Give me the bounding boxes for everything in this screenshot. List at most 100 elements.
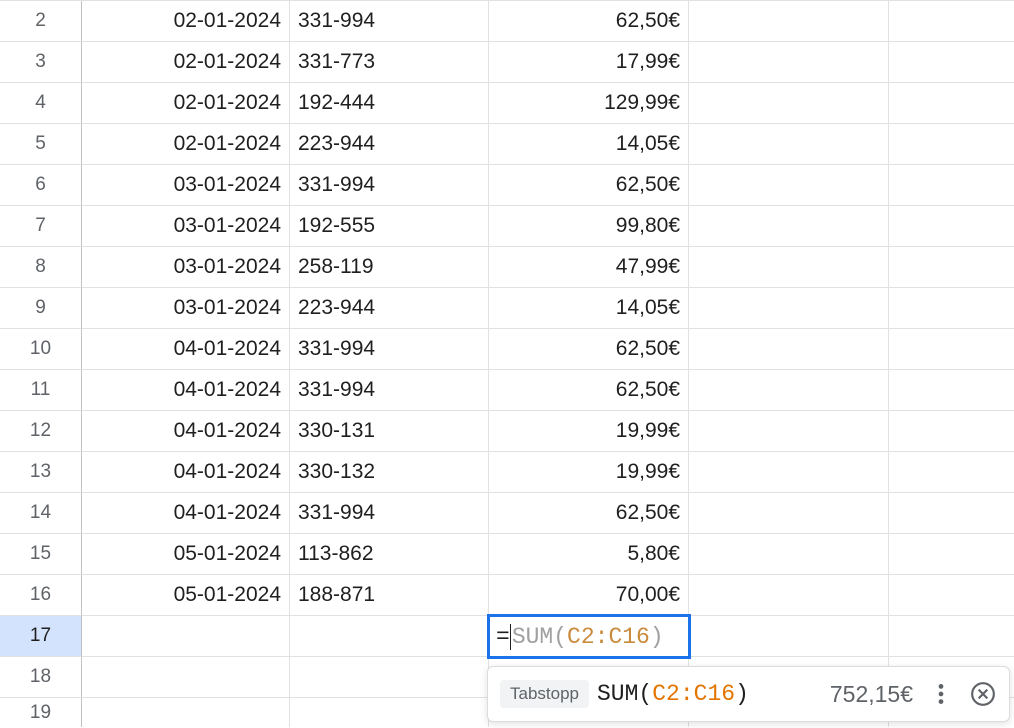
empty-cell[interactable]	[82, 698, 290, 727]
row-header[interactable]: 15	[0, 534, 82, 575]
row-header[interactable]: 9	[0, 288, 82, 329]
empty-cell[interactable]	[689, 124, 889, 165]
code-cell[interactable]: 188-871	[290, 575, 489, 616]
date-cell[interactable]: 04-01-2024	[82, 329, 290, 370]
row-header[interactable]: 19	[0, 698, 82, 727]
date-cell[interactable]: 03-01-2024	[82, 165, 290, 206]
empty-cell[interactable]	[290, 698, 489, 727]
amount-cell[interactable]: 14,05€	[489, 288, 689, 329]
date-cell[interactable]: 04-01-2024	[82, 370, 290, 411]
empty-cell[interactable]	[889, 411, 1014, 452]
empty-cell[interactable]	[689, 493, 889, 534]
date-cell[interactable]: 02-01-2024	[82, 124, 290, 165]
dismiss-suggestion-icon[interactable]	[969, 680, 997, 708]
row-header-active[interactable]: 17	[0, 616, 82, 657]
date-cell[interactable]: 05-01-2024	[82, 534, 290, 575]
suggestion-formula[interactable]: SUM(C2:C16)	[597, 681, 749, 707]
date-cell[interactable]: 02-01-2024	[82, 1, 290, 42]
spreadsheet-grid[interactable]: 202-01-2024331-99462,50€302-01-2024331-7…	[0, 0, 1014, 727]
row-header[interactable]: 14	[0, 493, 82, 534]
code-cell[interactable]: 113-862	[290, 534, 489, 575]
empty-cell[interactable]	[889, 329, 1014, 370]
code-cell[interactable]: 331-994	[290, 1, 489, 42]
row-header[interactable]: 11	[0, 370, 82, 411]
empty-cell[interactable]	[889, 1, 1014, 42]
date-cell[interactable]	[82, 616, 290, 657]
row-header[interactable]: 3	[0, 42, 82, 83]
empty-cell[interactable]	[889, 534, 1014, 575]
date-cell[interactable]: 02-01-2024	[82, 42, 290, 83]
empty-cell[interactable]	[689, 83, 889, 124]
amount-cell[interactable]: 17,99€	[489, 42, 689, 83]
empty-cell[interactable]	[889, 247, 1014, 288]
code-cell[interactable]	[290, 616, 489, 657]
row-header[interactable]: 7	[0, 206, 82, 247]
empty-cell[interactable]	[889, 616, 1014, 657]
empty-cell[interactable]	[689, 288, 889, 329]
code-cell[interactable]: 331-994	[290, 165, 489, 206]
date-cell[interactable]: 03-01-2024	[82, 288, 290, 329]
empty-cell[interactable]	[689, 411, 889, 452]
amount-cell[interactable]: 5,80€	[489, 534, 689, 575]
row-header[interactable]: 12	[0, 411, 82, 452]
code-cell[interactable]: 331-773	[290, 42, 489, 83]
row-header[interactable]: 16	[0, 575, 82, 616]
empty-cell[interactable]	[290, 657, 489, 698]
empty-cell[interactable]	[889, 206, 1014, 247]
code-cell[interactable]: 258-119	[290, 247, 489, 288]
tabstopp-chip[interactable]: Tabstopp	[500, 680, 589, 708]
row-header[interactable]: 13	[0, 452, 82, 493]
code-cell[interactable]: 330-132	[290, 452, 489, 493]
active-formula-cell[interactable]: =SUM(C2:C16)	[489, 616, 689, 657]
row-header[interactable]: 2	[0, 1, 82, 42]
empty-cell[interactable]	[889, 83, 1014, 124]
code-cell[interactable]: 192-555	[290, 206, 489, 247]
code-cell[interactable]: 223-944	[290, 124, 489, 165]
empty-cell[interactable]	[689, 165, 889, 206]
empty-cell[interactable]	[689, 1, 889, 42]
empty-cell[interactable]	[889, 370, 1014, 411]
empty-cell[interactable]	[689, 329, 889, 370]
amount-cell[interactable]: 129,99€	[489, 83, 689, 124]
empty-cell[interactable]	[889, 124, 1014, 165]
empty-cell[interactable]	[689, 575, 889, 616]
empty-cell[interactable]	[889, 42, 1014, 83]
date-cell[interactable]: 03-01-2024	[82, 247, 290, 288]
date-cell[interactable]: 03-01-2024	[82, 206, 290, 247]
code-cell[interactable]: 223-944	[290, 288, 489, 329]
empty-cell[interactable]	[689, 370, 889, 411]
more-options-icon[interactable]	[927, 680, 955, 708]
amount-cell[interactable]: 62,50€	[489, 1, 689, 42]
date-cell[interactable]: 02-01-2024	[82, 83, 290, 124]
row-header[interactable]: 18	[0, 657, 82, 698]
row-header[interactable]: 6	[0, 165, 82, 206]
row-header[interactable]: 5	[0, 124, 82, 165]
amount-cell[interactable]: 70,00€	[489, 575, 689, 616]
empty-cell[interactable]	[889, 452, 1014, 493]
row-header[interactable]: 8	[0, 247, 82, 288]
empty-cell[interactable]	[689, 616, 889, 657]
empty-cell[interactable]	[689, 206, 889, 247]
amount-cell[interactable]: 14,05€	[489, 124, 689, 165]
empty-cell[interactable]	[689, 247, 889, 288]
code-cell[interactable]: 331-994	[290, 329, 489, 370]
code-cell[interactable]: 331-994	[290, 493, 489, 534]
empty-cell[interactable]	[689, 42, 889, 83]
amount-cell[interactable]: 62,50€	[489, 165, 689, 206]
empty-cell[interactable]	[889, 288, 1014, 329]
empty-cell[interactable]	[689, 534, 889, 575]
empty-cell[interactable]	[82, 657, 290, 698]
row-header[interactable]: 10	[0, 329, 82, 370]
date-cell[interactable]: 04-01-2024	[82, 411, 290, 452]
code-cell[interactable]: 192-444	[290, 83, 489, 124]
empty-cell[interactable]	[889, 165, 1014, 206]
empty-cell[interactable]	[889, 575, 1014, 616]
empty-cell[interactable]	[889, 493, 1014, 534]
amount-cell[interactable]: 19,99€	[489, 452, 689, 493]
code-cell[interactable]: 331-994	[290, 370, 489, 411]
amount-cell[interactable]: 62,50€	[489, 493, 689, 534]
date-cell[interactable]: 05-01-2024	[82, 575, 290, 616]
date-cell[interactable]: 04-01-2024	[82, 452, 290, 493]
row-header[interactable]: 4	[0, 83, 82, 124]
amount-cell[interactable]: 19,99€	[489, 411, 689, 452]
